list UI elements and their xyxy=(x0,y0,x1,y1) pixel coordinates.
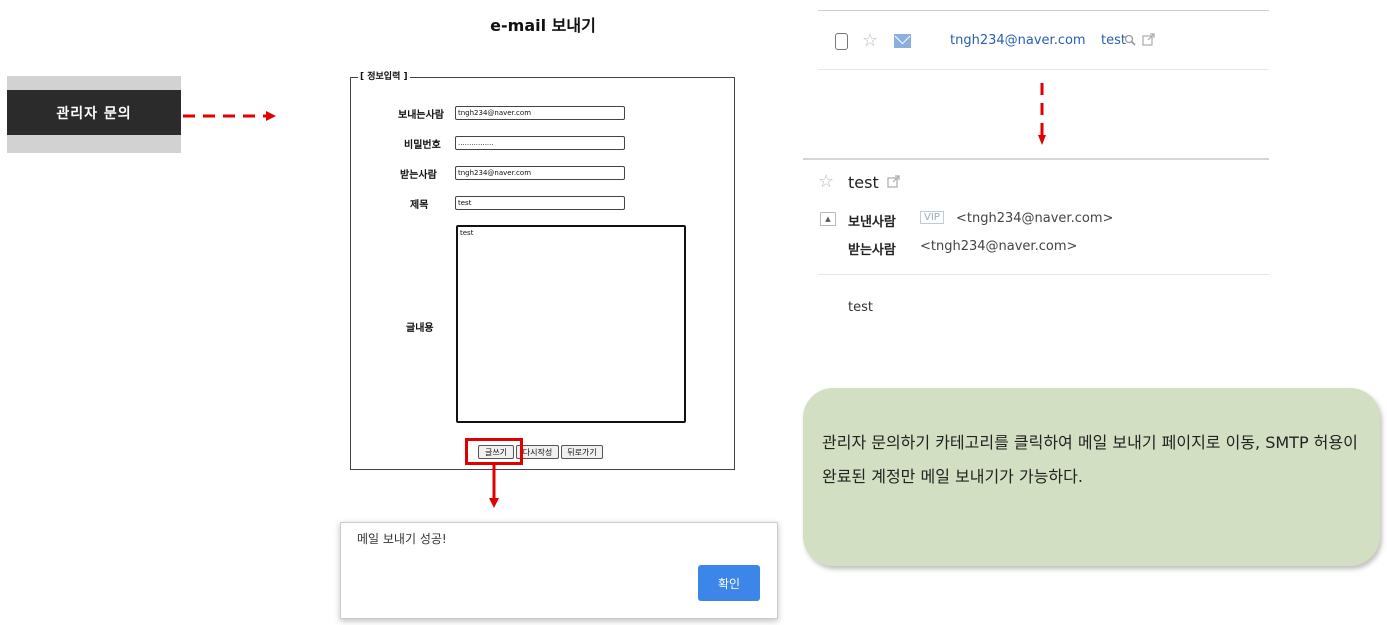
arrow-head-down xyxy=(489,498,499,508)
flow-arrows xyxy=(183,83,1046,508)
arrow-head-right xyxy=(266,111,276,121)
arrow-head-down-2 xyxy=(1038,135,1046,145)
